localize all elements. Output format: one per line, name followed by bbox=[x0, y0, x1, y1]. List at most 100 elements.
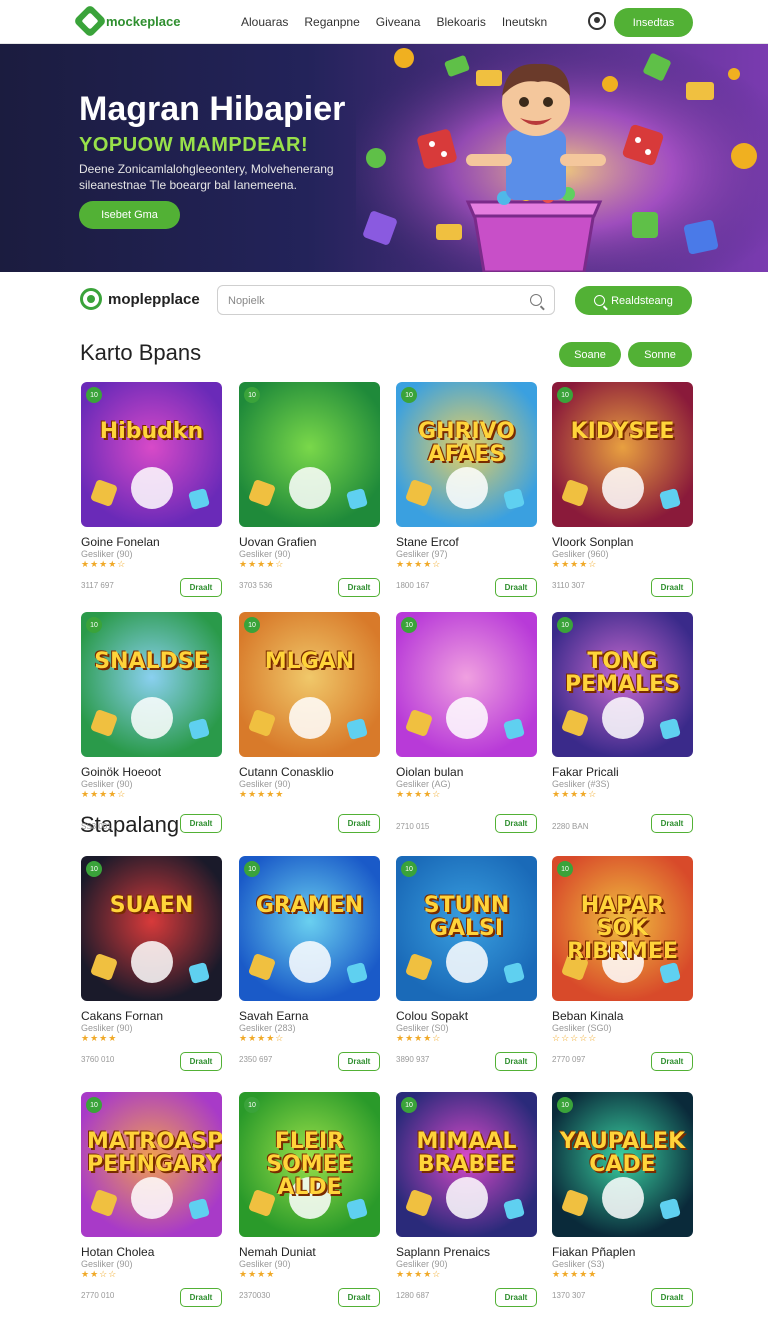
game-action-button[interactable]: Draalt bbox=[180, 1288, 222, 1307]
game-thumbnail[interactable]: 10 bbox=[396, 612, 537, 757]
game-action-button[interactable]: Draalt bbox=[495, 1052, 537, 1071]
game-action-button[interactable]: Draalt bbox=[338, 1288, 380, 1307]
game-card[interactable]: 10 KIDYSEE Vloork Sonplan Gesliker (960) ★★★… bbox=[552, 382, 693, 602]
game-card[interactable]: 10 GHRIVO AFAES Stane Ercof Gesliker (97) ★★… bbox=[396, 382, 537, 602]
game-thumbnail[interactable]: 10 MIMAAL BRABEE bbox=[396, 1092, 537, 1237]
game-art-title: FLEIR SOMEE ALDE bbox=[266, 1129, 353, 1201]
game-subtitle: Gesliker (S0) bbox=[396, 1023, 449, 1033]
game-name[interactable]: Goinök Hoeoot bbox=[81, 765, 161, 779]
game-thumbnail[interactable]: 10 SNALDSE bbox=[81, 612, 222, 757]
game-action-button[interactable]: Draalt bbox=[180, 578, 222, 597]
filter-button-1[interactable]: Soane bbox=[559, 342, 621, 367]
game-thumbnail[interactable]: 10 GHRIVO AFAES bbox=[396, 382, 537, 527]
nav-link-1[interactable]: Alouaras bbox=[241, 15, 288, 29]
game-price: 2770 010 bbox=[81, 1291, 115, 1300]
game-action-button[interactable]: Draalt bbox=[338, 578, 380, 597]
game-thumbnail[interactable]: 10 MLGAN bbox=[239, 612, 380, 757]
thumbnail-character-icon bbox=[602, 467, 644, 509]
game-card[interactable]: 10 Oiolan bulan Gesliker (AG) ★★★★☆ 2710 015… bbox=[396, 612, 537, 833]
game-action-button[interactable]: Draalt bbox=[180, 1052, 222, 1071]
game-name[interactable]: Hotan Cholea bbox=[81, 1245, 154, 1259]
game-thumbnail[interactable]: 10 KIDYSEE bbox=[552, 382, 693, 527]
game-card[interactable]: 10 Uovan Grafien Gesliker (90) ★★★★☆ 3703 53… bbox=[239, 382, 380, 602]
game-thumbnail[interactable]: 10 STUNN GALSI bbox=[396, 856, 537, 1001]
game-action-button[interactable]: Draalt bbox=[180, 814, 222, 833]
game-thumbnail[interactable]: 10 FLEIR SOMEE ALDE bbox=[239, 1092, 380, 1237]
filter-button-2[interactable]: Sonne bbox=[628, 342, 692, 367]
thumbnail-gem-icon bbox=[404, 708, 434, 738]
game-name[interactable]: Savah Earna bbox=[239, 1009, 308, 1023]
game-card[interactable]: 10 GRAMEN Savah Earna Gesliker (283) ★★★★☆ 23… bbox=[239, 856, 380, 1076]
hero-illustration bbox=[356, 44, 768, 272]
game-name[interactable]: Cutann Conasklio bbox=[239, 765, 334, 779]
game-card[interactable]: 10 STUNN GALSI Colou Sopakt Gesliker (S0) ★★… bbox=[396, 856, 537, 1076]
thumbnail-character-icon bbox=[289, 697, 331, 739]
game-name[interactable]: Goine Fonelan bbox=[81, 535, 160, 549]
game-price: 2770 097 bbox=[552, 1055, 586, 1064]
game-action-button[interactable]: Draalt bbox=[651, 578, 693, 597]
game-name[interactable]: Fiakan Pñaplen bbox=[552, 1245, 635, 1259]
game-card[interactable]: 10 FLEIR SOMEE ALDE Nemah Duniat Gesliker (… bbox=[239, 1092, 380, 1312]
game-name[interactable]: Nemah Duniat bbox=[239, 1245, 316, 1259]
game-action-button[interactable]: Draalt bbox=[338, 814, 380, 833]
thumbnail-character-icon bbox=[131, 697, 173, 739]
game-action-button[interactable]: Draalt bbox=[495, 578, 537, 597]
game-thumbnail[interactable]: 10 TONG PEMALES bbox=[552, 612, 693, 757]
search-button[interactable]: Realdsteang bbox=[575, 286, 692, 315]
game-name[interactable]: Uovan Grafien bbox=[239, 535, 316, 549]
brand-logo[interactable]: mockeplace bbox=[73, 4, 180, 38]
game-thumbnail[interactable]: 10 Hibudkn bbox=[81, 382, 222, 527]
marketplace-logo[interactable]: moplepplace bbox=[80, 288, 200, 310]
search-input[interactable] bbox=[228, 292, 518, 310]
game-art-title: SUAEN bbox=[109, 893, 194, 918]
game-rating-stars: ★★★★☆ bbox=[552, 559, 598, 569]
nav-cta-button[interactable]: Insedtas bbox=[614, 8, 693, 37]
game-card[interactable]: 10 MIMAAL BRABEE Saplann Prenaics Gesliker … bbox=[396, 1092, 537, 1312]
game-card[interactable]: 10 YAUPALEK CADE Fiakan Pñaplen Gesliker (S… bbox=[552, 1092, 693, 1312]
game-name[interactable]: Oiolan bulan bbox=[396, 765, 463, 779]
nav-link-5[interactable]: Ineutskn bbox=[502, 15, 547, 29]
game-action-button[interactable]: Draalt bbox=[651, 814, 693, 833]
search-icon[interactable] bbox=[530, 294, 542, 306]
game-name[interactable]: Fakar Pricali bbox=[552, 765, 619, 779]
game-thumbnail[interactable]: 10 HAPAR SOK RIBRMEE bbox=[552, 856, 693, 1001]
nav-link-3[interactable]: Giveana bbox=[376, 15, 421, 29]
thumbnail-gem-icon bbox=[502, 1197, 526, 1221]
game-action-button[interactable]: Draalt bbox=[651, 1052, 693, 1071]
thumbnail-character-icon bbox=[446, 697, 488, 739]
game-thumbnail[interactable]: 10 GRAMEN bbox=[239, 856, 380, 1001]
user-icon[interactable] bbox=[588, 12, 606, 30]
game-thumbnail[interactable]: 10 SUAEN bbox=[81, 856, 222, 1001]
game-card[interactable]: 10 HAPAR SOK RIBRMEE Beban Kinala Gesliker … bbox=[552, 856, 693, 1076]
game-thumbnail[interactable]: 10 MATROASP PEHNGARY bbox=[81, 1092, 222, 1237]
game-thumbnail[interactable]: 10 YAUPALEK CADE bbox=[552, 1092, 693, 1237]
game-rating-stars: ★★★★☆ bbox=[552, 789, 598, 799]
game-art-title: Hibudkn bbox=[99, 419, 204, 444]
hero-cta-button[interactable]: Isebet Gma bbox=[79, 201, 180, 229]
game-card[interactable]: 10 MATROASP PEHNGARY Hotan Cholea Gesliker … bbox=[81, 1092, 222, 1312]
game-name[interactable]: Beban Kinala bbox=[552, 1009, 623, 1023]
hero-title: Magran Hibapier bbox=[79, 90, 346, 128]
search-box[interactable] bbox=[217, 285, 555, 315]
game-action-button[interactable]: Draalt bbox=[495, 1288, 537, 1307]
game-action-button[interactable]: Draalt bbox=[495, 814, 537, 833]
game-name[interactable]: Colou Sopakt bbox=[396, 1009, 468, 1023]
game-rating-stars: ★★★★☆ bbox=[396, 559, 442, 569]
game-art-title: SNALDSE bbox=[94, 649, 209, 674]
nav-link-4[interactable]: Blekoaris bbox=[436, 15, 485, 29]
game-card[interactable]: 10 MLGAN Cutann Conasklio Gesliker (90) ★★★★… bbox=[239, 612, 380, 833]
game-card[interactable]: 10 Hibudkn Goine Fonelan Gesliker (90) ★★★★☆… bbox=[81, 382, 222, 602]
game-action-button[interactable]: Draalt bbox=[651, 1288, 693, 1307]
game-name[interactable]: Saplann Prenaics bbox=[396, 1245, 490, 1259]
thumbnail-gem-icon bbox=[502, 487, 526, 511]
game-name[interactable]: Cakans Fornan bbox=[81, 1009, 163, 1023]
game-name[interactable]: Stane Ercof bbox=[396, 535, 459, 549]
game-card[interactable]: 10 SUAEN Cakans Fornan Gesliker (90) ★★★★ 376… bbox=[81, 856, 222, 1076]
game-badge-icon: 10 bbox=[557, 861, 573, 877]
game-card[interactable]: 10 SNALDSE Goinök Hoeoot Gesliker (90) ★★★★☆… bbox=[81, 612, 222, 833]
game-name[interactable]: Vloork Sonplan bbox=[552, 535, 633, 549]
game-thumbnail[interactable]: 10 bbox=[239, 382, 380, 527]
game-card[interactable]: 10 TONG PEMALES Fakar Pricali Gesliker (#3S… bbox=[552, 612, 693, 833]
game-action-button[interactable]: Draalt bbox=[338, 1052, 380, 1071]
nav-link-2[interactable]: Reganpne bbox=[304, 15, 359, 29]
